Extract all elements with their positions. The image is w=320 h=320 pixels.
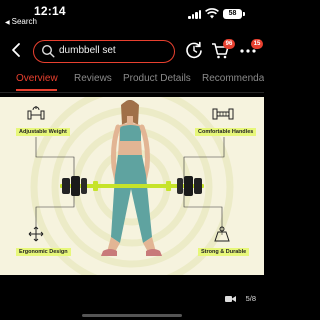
feature-label-ergonomic-design: Ergonomic Design — [16, 248, 71, 256]
app-header: dumbbell set 96 15 — [0, 30, 264, 70]
video-camera-icon[interactable] — [225, 295, 236, 303]
tabs-divider — [0, 92, 264, 93]
adjustable-dumbbell-icon — [27, 106, 45, 120]
product-tabs: Overview Reviews Product Details Recomme… — [0, 70, 264, 92]
status-bar: 12:14 ◀ Search 58 — [0, 0, 264, 30]
tab-recommendations[interactable]: Recommendations — [202, 73, 264, 84]
product-image[interactable]: Adjustable Weight Comfortable Handles Er… — [0, 97, 264, 275]
active-tab-indicator — [16, 89, 57, 91]
gallery-counter: 5/8 — [245, 294, 256, 303]
tab-reviews[interactable]: Reviews — [74, 73, 112, 84]
weight-icon — [214, 226, 230, 242]
back-app-label: Search — [11, 17, 37, 26]
battery-icon: 58 — [223, 9, 245, 19]
cellular-signal-icon — [188, 9, 202, 19]
back-arrow-icon[interactable] — [8, 40, 24, 60]
back-to-app-link[interactable]: ◀ Search — [5, 17, 37, 26]
feature-label-comfortable-handles: Comfortable Handles — [195, 128, 257, 136]
search-input[interactable]: dumbbell set — [59, 45, 116, 56]
history-icon[interactable] — [184, 40, 204, 60]
home-indicator — [82, 314, 182, 317]
back-triangle-icon: ◀ — [5, 20, 10, 26]
search-field[interactable]: dumbbell set — [33, 40, 175, 63]
tab-product-details[interactable]: Product Details — [123, 73, 191, 84]
feature-label-adjustable-weight: Adjustable Weight — [16, 128, 70, 136]
clock: 12:14 — [34, 4, 66, 18]
cart-badge: 96 — [223, 39, 235, 49]
wifi-icon — [205, 8, 219, 19]
expand-arrows-icon — [28, 226, 44, 242]
tab-overview[interactable]: Overview — [16, 73, 58, 84]
search-icon — [41, 44, 55, 58]
feature-label-strong-durable: Strong & Durable — [198, 248, 250, 256]
handle-icon — [212, 108, 234, 120]
menu-badge: 15 — [251, 39, 263, 49]
